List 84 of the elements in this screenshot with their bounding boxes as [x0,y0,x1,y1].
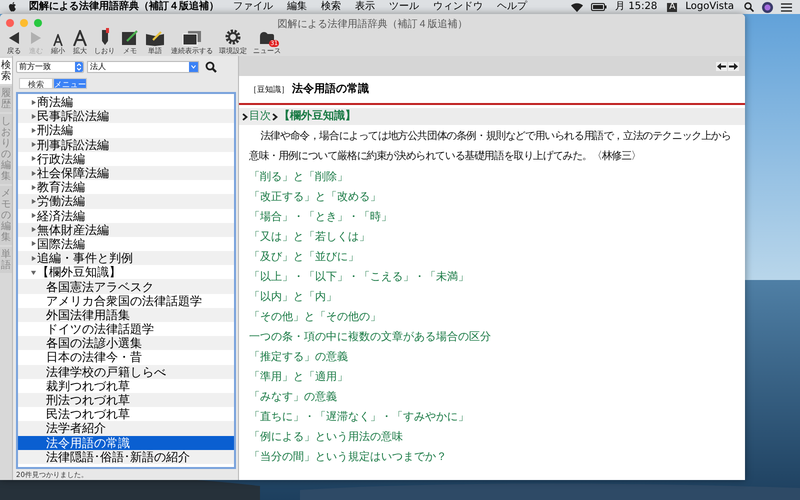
collapsed-triangle-icon [31,213,36,218]
article-link[interactable]: 「例による」という用法の意味 [249,431,403,443]
window-title: 図解による法律用語辞典（補訂４版追補） [278,18,468,32]
tree-item[interactable]: 法律隠語･俗語･新語の紹介 [18,450,234,464]
left-arrow-icon[interactable] [716,62,727,70]
chevron-right-icon [272,112,278,120]
user-name[interactable]: LogoVista [685,2,734,12]
siri-icon[interactable] [762,2,773,12]
tree-item[interactable]: 法令用語の常識 [18,436,234,450]
tree-item[interactable]: 刑法つれづれ草 [18,392,234,408]
menu-item[interactable]: 表示 [355,2,375,12]
open-book-icon [145,30,165,46]
article-link[interactable]: 「及び」と「並びに」 [249,251,359,263]
article-link[interactable]: 「その他」と「その他の」 [249,311,381,323]
gear-icon [224,28,242,46]
intro-paragraph: 法律や命令，場合によっては地方公共団体の条例・規則などで用いられる用語で，立法のテクニック上から意味・用例について厳格に約束が決められている基礎用語を取り上げてみた。〈林修三〉 [249,129,732,164]
tree-item[interactable]: 法学者紹介 [18,421,234,436]
tree-item[interactable]: 刑事訴訟法編 [18,138,234,152]
small-letter-icon [53,34,63,46]
menu-item[interactable]: ヘルプ [497,2,527,12]
article-link[interactable]: 「場合」・「とき」・「時」 [249,211,392,223]
collapsed-triangle-icon [31,114,36,119]
article-link[interactable]: 一つの条・項の中に複数の文章がある場合の区分 [249,331,491,343]
breadcrumb-link[interactable]: 目次 [249,108,271,125]
menu-item[interactable]: ウィンドウ [433,2,483,12]
input-source-indicator[interactable]: A [667,2,678,12]
search-icon[interactable] [744,2,754,12]
collapsed-triangle-icon [31,128,36,133]
tree-item[interactable]: 外国法律用語集 [18,308,234,322]
article-link[interactable]: 「推定する」の意義 [249,351,348,363]
large-letter-icon [73,30,87,46]
side-tab[interactable]: 検索 [0,58,12,84]
segment-tab[interactable]: 検索 [19,78,53,89]
menu-item[interactable]: 編集 [287,2,307,12]
article-link[interactable]: 「改正する」と「改める」 [249,191,381,203]
tree-item[interactable]: 民事訴訟法編 [18,109,234,124]
collapsed-triangle-icon [31,100,36,105]
article-link[interactable]: 「以上」・「以下」・「こえる」・「未満」 [249,271,469,283]
category-tag: ［豆知識］ [249,84,289,96]
menu-item[interactable]: ツール [389,2,419,12]
notepad-icon [121,30,139,46]
search-icon[interactable] [205,61,217,73]
stepper-icon [77,63,81,71]
tree-item[interactable]: 労働法編 [18,194,234,208]
collapsed-triangle-icon [31,156,36,162]
article-link[interactable]: 「みなす」の意義 [249,391,337,403]
collapsed-triangle-icon [31,256,36,261]
tree-item[interactable]: 社会保障法編 [18,166,234,180]
article-link[interactable]: 「準用」と「適用」 [249,371,348,383]
stacked-pages-icon [182,30,202,46]
chevron-right-icon [242,112,248,120]
collapsed-triangle-icon [31,142,36,148]
chevron-down-icon [191,65,196,69]
article-link[interactable]: 「以内」と「内」 [249,291,337,303]
segment-tab[interactable]: メニュー [53,78,87,89]
collapsed-triangle-icon [31,184,36,190]
battery-icon[interactable] [591,3,608,11]
tree-item[interactable]: 法律学校の戸籍しらべ [18,364,234,379]
collapsed-triangle-icon [31,198,36,204]
menu-item[interactable]: 検索 [321,2,341,12]
search-field[interactable]: 法人 [87,61,199,73]
tree-item[interactable]: 追編・事件と判例 [18,251,234,266]
article-link[interactable]: 「削る」と「削除」 [249,171,348,183]
tree-item[interactable]: 民法つれづれ草 [18,407,234,422]
clock[interactable]: 月 15:28 [615,2,658,12]
tree-item[interactable]: 各国憲法アラベスク [18,279,234,294]
breadcrumb-link[interactable]: 【欄外豆知識】 [279,108,356,125]
article-link[interactable]: 「直ちに」・「遅滞なく」・「すみやかに」 [249,411,469,423]
right-arrow-icon[interactable] [728,62,739,70]
expanded-triangle-icon [31,270,36,275]
article-title: 法令用語の常識 [292,82,369,98]
collapsed-triangle-icon [31,241,36,246]
collapsed-triangle-icon [31,170,36,176]
article-link[interactable]: 「又は」と「若しくは」 [249,231,370,243]
apple-logo-icon[interactable] [8,2,17,12]
tree-item[interactable]: 各国の法諺小選集 [18,336,234,350]
wifi-icon[interactable] [571,2,584,12]
article-link[interactable]: 「当分の間」という規定はいつまでか？ [249,451,447,463]
match-mode-dropdown[interactable]: 前方一致 [16,61,84,73]
tree-item[interactable]: 無体財産法編 [18,222,234,237]
app-menu[interactable]: 図解による法律用語辞典（補訂４版追補） [29,2,219,12]
collapsed-triangle-icon [31,227,36,232]
list-icon[interactable] [781,2,792,12]
menu-item[interactable]: ファイル [233,2,273,12]
